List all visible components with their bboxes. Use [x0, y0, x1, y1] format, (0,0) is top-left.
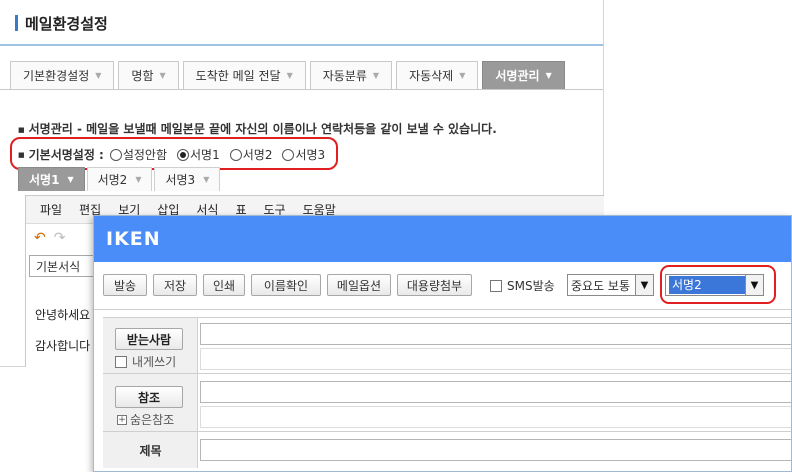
- name-check-button[interactable]: 이름확인: [251, 274, 321, 296]
- subject-label-cell: 제목: [103, 432, 198, 468]
- sms-send-toggle[interactable]: SMS발송: [490, 277, 555, 294]
- bcc-label: 숨은참조: [130, 413, 175, 427]
- compose-mail-window: IKEN 발송 저장 인쇄 이름확인 메일옵션 대용량첨부 SMS발송 중요도 …: [93, 215, 792, 472]
- caret-down-icon: ▼: [67, 175, 74, 184]
- undo-icon[interactable]: ↶: [34, 230, 46, 246]
- bullet-icon: ■: [18, 125, 25, 134]
- iken-logo: IKEN: [106, 228, 161, 250]
- caret-down-icon: ▼: [459, 71, 466, 80]
- editor-body-line: 안녕하세요: [35, 308, 91, 322]
- compose-header: IKEN: [94, 216, 791, 262]
- tab-label: 자동분류: [322, 69, 367, 83]
- settings-title-bar: 메일환경설정: [0, 0, 603, 46]
- sms-label: SMS발송: [507, 279, 555, 293]
- description-text: 서명관리 - 메일을 보낼때 메일본문 끝에 자신의 이름이나 연락처등을 같이…: [28, 122, 497, 136]
- priority-select[interactable]: 중요도 보통 ▼: [567, 274, 654, 296]
- settings-tabs: 기본환경설정 ▼ 명함 ▼ 도착한 메일 전달 ▼ 자동분류 ▼ 자동삭제 ▼ 서명관리 ▼: [10, 61, 569, 89]
- write-to-self-toggle[interactable]: 내게쓰기: [115, 353, 176, 370]
- caret-down-icon: ▼: [159, 71, 166, 80]
- bcc-toggle[interactable]: + 숨은참조: [117, 411, 174, 428]
- subject-input[interactable]: [200, 439, 791, 461]
- tab-auto-sort[interactable]: 자동분류 ▼: [309, 61, 393, 89]
- send-button[interactable]: 발송: [103, 274, 147, 296]
- to-label-cell: 받는사람 내게쓰기: [103, 318, 198, 373]
- caret-down-icon: ▼: [286, 71, 293, 80]
- cc-input[interactable]: [200, 381, 791, 403]
- subtab-signature-1[interactable]: 서명1 ▼: [18, 167, 85, 191]
- caret-down-icon: ▼: [545, 71, 552, 80]
- save-button[interactable]: 저장: [153, 274, 197, 296]
- dropdown-arrow-icon[interactable]: ▼: [635, 275, 653, 295]
- cc-button[interactable]: 참조: [115, 386, 183, 408]
- subtab-signature-2[interactable]: 서명2 ▼: [86, 167, 153, 191]
- title-marker: [15, 15, 18, 31]
- priority-value: 중요도 보통: [571, 278, 631, 293]
- to-input[interactable]: [200, 323, 791, 345]
- plus-icon[interactable]: +: [117, 414, 127, 425]
- tab-auto-delete[interactable]: 자동삭제 ▼: [396, 61, 479, 89]
- compose-toolbar: 발송 저장 인쇄 이름확인 메일옵션 대용량첨부 SMS발송 중요도 보통 ▼ …: [94, 262, 791, 310]
- cc-label-cell: 참조 + 숨은참조: [103, 374, 198, 431]
- subtab-label: 서명1: [29, 173, 60, 187]
- tabs-divider: [0, 89, 603, 90]
- tab-label: 명함: [131, 69, 154, 83]
- caret-down-icon: ▼: [95, 71, 102, 80]
- subtab-label: 서명3: [165, 173, 196, 187]
- subject-label: 제목: [139, 443, 162, 458]
- tab-business-card[interactable]: 명함 ▼: [118, 61, 179, 89]
- large-attachment-button[interactable]: 대용량첨부: [397, 274, 472, 296]
- bcc-input[interactable]: [200, 406, 791, 428]
- highlight-annotation-signature-select: [660, 265, 776, 304]
- signature-description: ■ 서명관리 - 메일을 보낼때 메일본문 끝에 자신의 이름이나 연락처등을 같…: [18, 120, 497, 137]
- to-row: 받는사람 내게쓰기: [103, 318, 791, 374]
- tab-label: 도착한 메일 전달: [195, 69, 281, 83]
- signature-subtabs: 서명1 ▼ 서명2 ▼ 서명3 ▼: [18, 167, 222, 191]
- style-select-value: 기본서식: [36, 259, 81, 274]
- subtab-signature-3[interactable]: 서명3 ▼: [154, 167, 221, 191]
- tab-label: 서명관리: [495, 69, 540, 83]
- caret-down-icon: ▼: [135, 175, 142, 184]
- tab-basic-settings[interactable]: 기본환경설정 ▼: [10, 61, 115, 89]
- tab-signature-management[interactable]: 서명관리 ▼: [482, 61, 565, 89]
- tab-label: 기본환경설정: [23, 69, 90, 83]
- print-button[interactable]: 인쇄: [203, 274, 245, 296]
- subtab-label: 서명2: [97, 173, 128, 187]
- tab-forwarding[interactable]: 도착한 메일 전달 ▼: [182, 61, 306, 89]
- cc-row: 참조 + 숨은참조: [103, 374, 791, 432]
- menu-file[interactable]: 파일: [40, 201, 62, 218]
- to-input-secondary[interactable]: [200, 348, 791, 370]
- editor-body-line: 감사합니다: [35, 339, 91, 353]
- write-to-self-checkbox[interactable]: [115, 355, 127, 368]
- compose-form: 받는사람 내게쓰기 참조 + 숨은참조 제목: [103, 317, 791, 468]
- sms-checkbox[interactable]: [490, 279, 502, 292]
- write-to-self-label: 내게쓰기: [132, 355, 177, 369]
- subject-row: 제목: [103, 432, 791, 468]
- redo-icon[interactable]: ↷: [54, 230, 66, 246]
- mail-options-button[interactable]: 메일옵션: [327, 274, 391, 296]
- to-button[interactable]: 받는사람: [115, 328, 183, 350]
- highlight-annotation-default-signature: [10, 137, 338, 170]
- tab-label: 자동삭제: [409, 69, 454, 83]
- page-title: 메일환경설정: [25, 15, 108, 33]
- caret-down-icon: ▼: [203, 175, 210, 184]
- caret-down-icon: ▼: [372, 71, 380, 80]
